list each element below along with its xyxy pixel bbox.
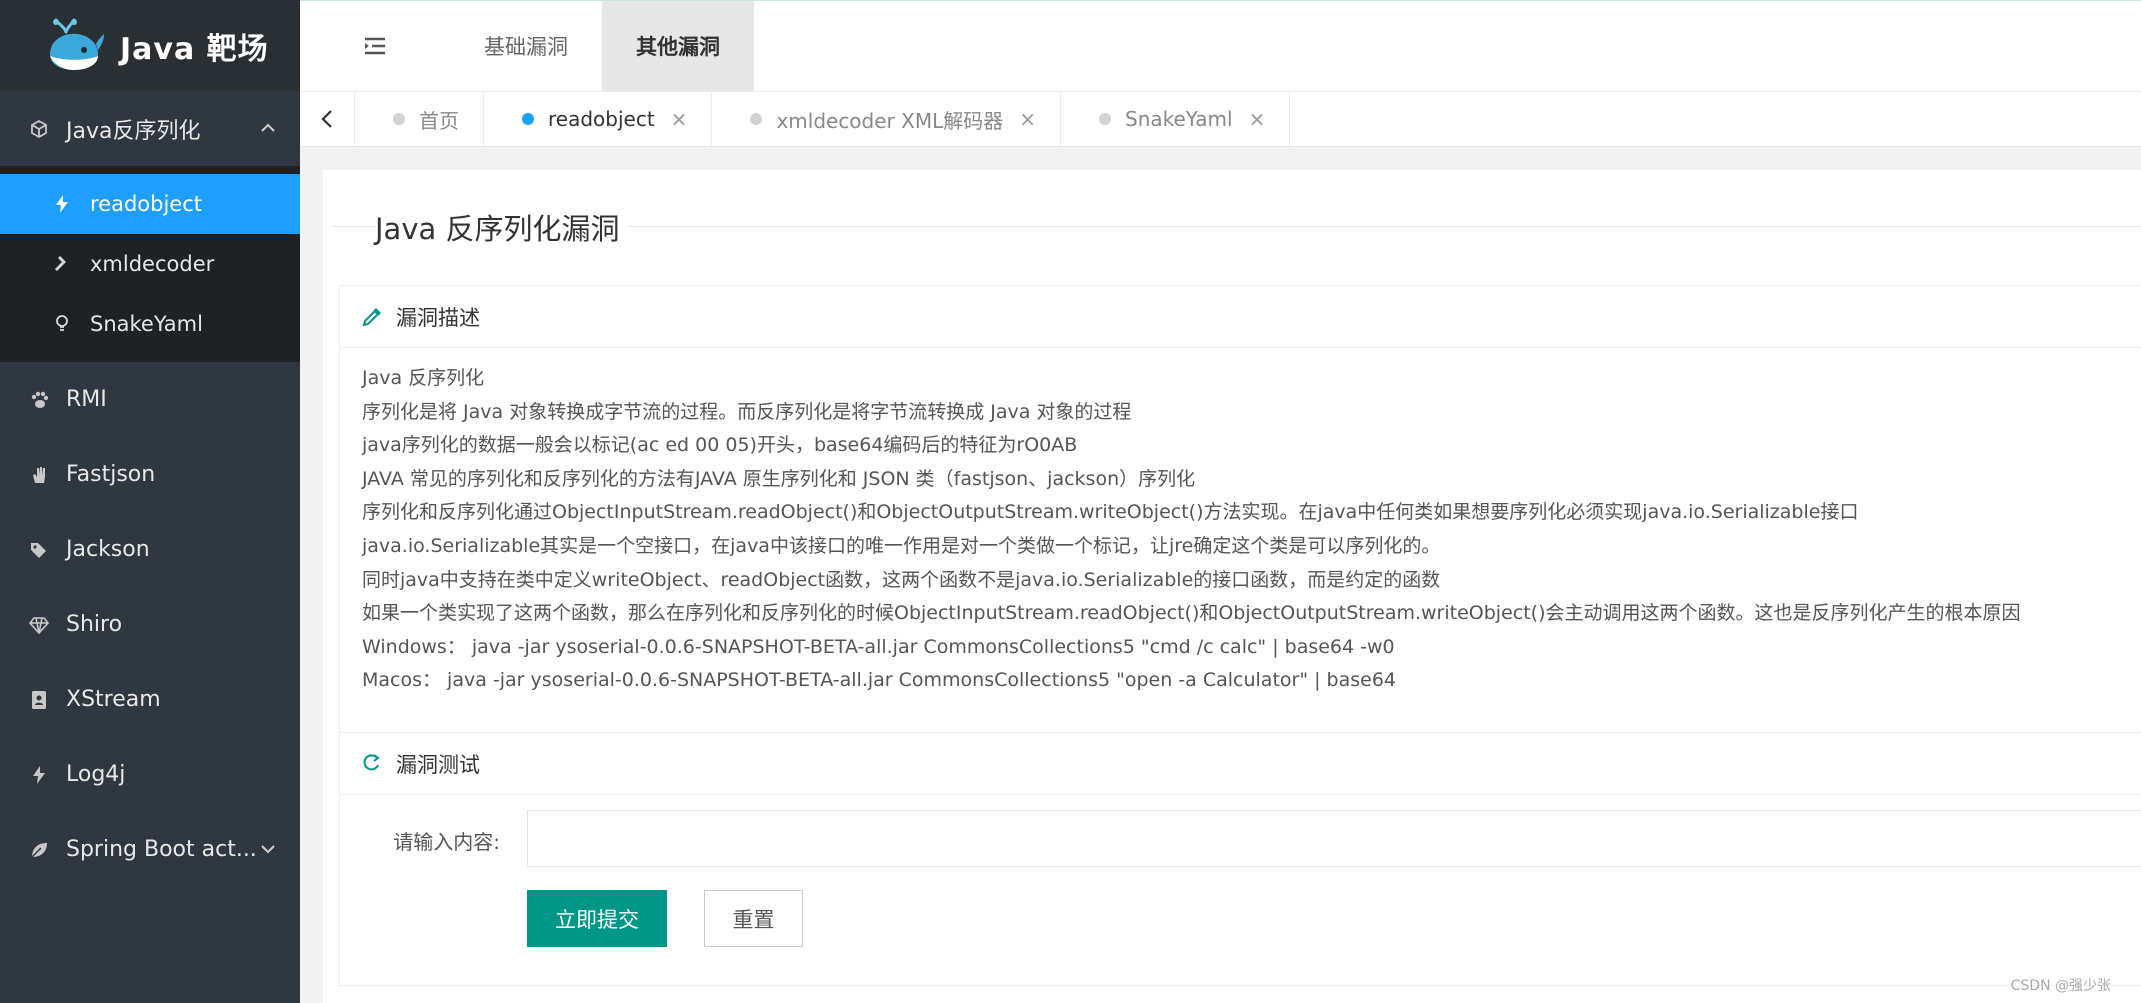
description-line: java序列化的数据一般会以标记(ac ed 00 05)开头，base64编码… (362, 434, 1078, 457)
menu-toggle-button[interactable] (300, 1, 450, 91)
chevron-up-icon (261, 123, 275, 132)
sidebar-item-label: Spring Boot act... (66, 837, 257, 862)
description-line: 如果一个类实现了这两个函数，那么在序列化和反序列化的时候ObjectInputS… (362, 602, 2021, 625)
top-tab-basic-vulns[interactable]: 基础漏洞 (450, 1, 602, 91)
test-card: 漏洞测试 请输入内容: 立即提交 重置 (339, 732, 2141, 986)
sidebar-item-spring-boot-actuator[interactable]: Spring Boot act... (0, 812, 300, 887)
chevron-left-icon (321, 110, 332, 128)
input-row: 请输入内容: (340, 810, 2141, 870)
sidebar-item-label: XStream (66, 687, 161, 712)
sidebar-item-label: Jackson (66, 537, 150, 562)
sidebar-item-label: Fastjson (66, 462, 156, 487)
input-label: 请输入内容: (393, 829, 500, 854)
tab-status-dot (750, 113, 763, 125)
sidebar-item-snakeyaml[interactable]: SnakeYaml (0, 294, 300, 354)
description-line: 同时java中支持在类中定义writeObject、readObject函数，这… (362, 568, 1441, 591)
menu-fold-icon (365, 37, 385, 55)
sidebar-item-readobject[interactable]: readobject (0, 174, 300, 234)
contact-book-icon (28, 689, 50, 711)
logo[interactable]: Java 靶场 (0, 0, 300, 91)
sidebar-item-label: SnakeYaml (90, 312, 203, 336)
paw-icon (28, 389, 50, 411)
reset-button[interactable]: 重置 (704, 890, 803, 947)
tags-icon (28, 539, 50, 561)
app-title: Java 靶场 (120, 31, 269, 67)
sidebar-item-jackson[interactable]: Jackson (0, 512, 300, 587)
sidebar-item-xstream[interactable]: XStream (0, 662, 300, 737)
close-icon[interactable]: × (671, 107, 688, 131)
hand-icon (28, 464, 50, 486)
content-input[interactable] (527, 810, 2141, 867)
chevron-down-icon (261, 845, 275, 854)
sidebar-item-label: Shiro (66, 612, 123, 637)
description-card-header: 漏洞描述 (340, 286, 2141, 348)
tab-status-dot (522, 113, 534, 125)
bolt-icon (28, 764, 50, 786)
page-tabs-bar: 首页 readobject × xmldecoder XML解码器 × Snak… (300, 91, 2141, 147)
description-line: 序列化和反序列化通过ObjectInputStream.readObject()… (362, 501, 1859, 524)
submit-button[interactable]: 立即提交 (527, 890, 667, 947)
test-card-header: 漏洞测试 (340, 733, 2141, 795)
sidebar-item-xmldecoder[interactable]: xmldecoder (0, 234, 300, 294)
sidebar-item-label: readobject (90, 192, 203, 216)
cube-icon (28, 118, 50, 140)
tab-label: 首页 (419, 108, 459, 133)
description-line: java.io.Serializable其实是一个空接口，在java中该接口的唯… (362, 534, 1441, 557)
description-body: Java 反序列化 序列化是将 Java 对象转换成字节流的过程。而反序列化是将… (340, 348, 2141, 698)
bulb-icon (52, 314, 72, 334)
description-line: 序列化是将 Java 对象转换成字节流的过程。而反序列化是将字节流转换成 Jav… (362, 400, 1132, 423)
sidebar-item-shiro[interactable]: Shiro (0, 587, 300, 662)
top-header: 基础漏洞 其他漏洞 (300, 0, 2141, 91)
leaf-icon (28, 839, 50, 861)
tabs-scroll-left-button[interactable] (300, 92, 355, 146)
sidebar-item-log4j[interactable]: Log4j (0, 737, 300, 812)
sidebar-item-fastjson[interactable]: Fastjson (0, 437, 300, 512)
description-line: Java 反序列化 (362, 367, 485, 389)
tab-status-dot (393, 113, 405, 125)
tab-label: readobject (548, 107, 655, 131)
close-icon[interactable]: × (1249, 107, 1266, 131)
tab-label: SnakeYaml (1125, 107, 1233, 131)
sidebar-item-label: Log4j (66, 762, 126, 787)
sidebar-group-java-deserialization[interactable]: Java反序列化 (0, 91, 300, 166)
top-tab-other-vulns[interactable]: 其他漏洞 (602, 1, 754, 91)
description-line: JAVA 常见的序列化和反序列化的方法有JAVA 原生序列化和 JSON 类（f… (362, 467, 1196, 490)
sidebar-submenu: readobject xmldecoder SnakeYaml (0, 166, 300, 362)
description-heading: 漏洞描述 (396, 305, 480, 330)
bolt-icon (52, 194, 72, 214)
sidebar-item-label: xmldecoder (90, 252, 215, 276)
sidebar-item-rmi[interactable]: RMI (0, 362, 300, 437)
dropper-icon (360, 305, 384, 329)
whale-logo-icon (50, 18, 104, 70)
test-heading: 漏洞测试 (396, 752, 480, 777)
diamond-icon (28, 614, 50, 636)
sidebar-group-label: Java反序列化 (66, 118, 201, 144)
main-content: Java 反序列化漏洞 漏洞描述 Java 反序列化 序列化是将 Java 对象… (323, 170, 2141, 1003)
sidebar-item-label: RMI (66, 387, 107, 412)
tab-xmldecoder[interactable]: xmldecoder XML解码器 × (712, 92, 1061, 146)
page-title: Java 反序列化漏洞 (375, 206, 630, 248)
tab-readobject[interactable]: readobject × (484, 92, 713, 146)
sidebar: Java 靶场 Java反序列化 readobject xmldecoder S… (0, 0, 300, 1003)
description-line: Macos： java -jar ysoserial-0.0.6-SNAPSHO… (362, 669, 1397, 692)
watermark: CSDN @强少张 (2010, 978, 2111, 994)
hammer-icon (52, 254, 72, 274)
tab-snakeyaml[interactable]: SnakeYaml × (1061, 92, 1291, 146)
description-line: Windows： java -jar ysoserial-0.0.6-SNAPS… (362, 635, 1395, 658)
tab-home[interactable]: 首页 (355, 92, 484, 146)
tab-status-dot (1099, 113, 1111, 125)
close-icon[interactable]: × (1019, 107, 1036, 131)
refresh-icon (360, 752, 384, 776)
tab-label: xmldecoder XML解码器 (776, 108, 1004, 133)
